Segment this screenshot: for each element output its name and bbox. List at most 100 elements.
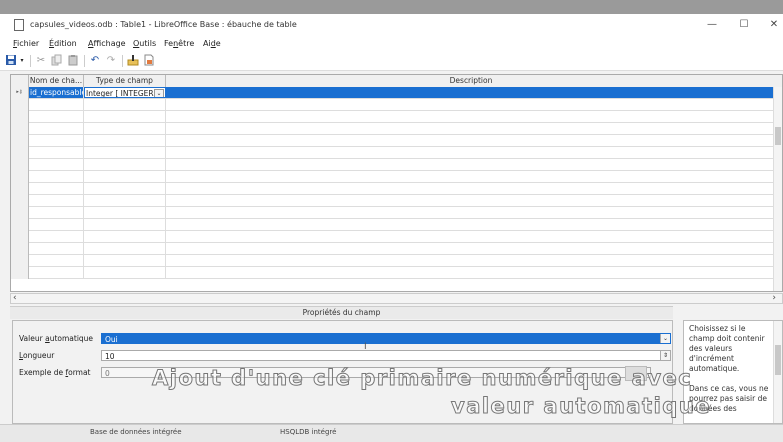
horizontal-scrollbar[interactable]: ‹ › — [10, 293, 783, 304]
field-type-cell[interactable]: Integer [ INTEGER ] ⌄ — [84, 87, 166, 98]
redo-icon[interactable]: ↷ — [104, 54, 118, 68]
description-cell[interactable] — [166, 111, 776, 122]
field-type-cell[interactable] — [84, 147, 166, 158]
vertical-scroll-thumb[interactable] — [775, 127, 781, 145]
field-name-cell[interactable] — [29, 171, 84, 182]
field-name-cell[interactable] — [29, 195, 84, 206]
description-cell[interactable] — [166, 219, 776, 230]
field-type-cell[interactable] — [84, 183, 166, 194]
field-name-cell[interactable] — [29, 135, 84, 146]
table-row[interactable] — [11, 99, 782, 111]
paste-icon[interactable] — [66, 54, 80, 68]
field-name-cell[interactable] — [29, 147, 84, 158]
field-name-cell[interactable] — [29, 219, 84, 230]
description-cell[interactable] — [166, 267, 776, 278]
field-name-cell[interactable]: id_responsable — [29, 87, 84, 98]
field-name-cell[interactable] — [29, 243, 84, 254]
row-header[interactable] — [11, 183, 29, 195]
field-name-cell[interactable] — [29, 207, 84, 218]
description-cell[interactable] — [166, 207, 776, 218]
table-row[interactable] — [11, 195, 782, 207]
table-row[interactable] — [11, 111, 782, 123]
scroll-right-icon[interactable]: › — [772, 294, 776, 303]
length-spinbox[interactable]: 10 ⇕ — [101, 350, 671, 361]
row-header[interactable] — [11, 135, 29, 147]
header-field-name[interactable]: Nom de cha... — [29, 75, 84, 87]
table-row[interactable]: ▸⚷ id_responsable Integer [ INTEGER ] ⌄ — [11, 87, 782, 99]
field-name-cell[interactable] — [29, 183, 84, 194]
close-button[interactable]: ✕ — [762, 17, 783, 33]
field-type-cell[interactable] — [84, 219, 166, 230]
table-row[interactable] — [11, 219, 782, 231]
row-header[interactable] — [11, 195, 29, 207]
auto-value-select[interactable]: Oui ⌄ — [101, 333, 671, 344]
row-header[interactable] — [11, 207, 29, 219]
menu-aide[interactable]: Aide — [203, 39, 221, 48]
field-name-cell[interactable] — [29, 231, 84, 242]
field-type-cell[interactable] — [84, 123, 166, 134]
menu-outils[interactable]: Outils — [133, 39, 156, 48]
row-header[interactable] — [11, 159, 29, 171]
help-scroll-thumb[interactable] — [775, 345, 781, 375]
field-type-cell[interactable] — [84, 171, 166, 182]
table-row[interactable] — [11, 123, 782, 135]
table-row[interactable] — [11, 267, 782, 279]
field-name-cell[interactable] — [29, 255, 84, 266]
field-name-cell[interactable] — [29, 111, 84, 122]
field-name-cell[interactable] — [29, 159, 84, 170]
field-name-cell[interactable] — [29, 267, 84, 278]
field-type-cell[interactable] — [84, 207, 166, 218]
description-cell[interactable] — [166, 159, 776, 170]
row-header[interactable] — [11, 255, 29, 267]
description-cell[interactable] — [166, 255, 776, 266]
menu-fenetre[interactable]: Fenêtre — [164, 39, 194, 48]
description-cell[interactable] — [166, 195, 776, 206]
field-type-cell[interactable] — [84, 99, 166, 110]
index-design-icon[interactable] — [142, 54, 156, 68]
row-header[interactable] — [11, 123, 29, 135]
row-header[interactable] — [11, 219, 29, 231]
field-type-cell[interactable] — [84, 111, 166, 122]
menu-edition[interactable]: Édition — [49, 39, 77, 48]
description-cell[interactable] — [166, 99, 776, 110]
table-row[interactable] — [11, 243, 782, 255]
menu-fichier[interactable]: Fichier — [13, 39, 39, 48]
field-type-cell[interactable] — [84, 135, 166, 146]
table-row[interactable] — [11, 171, 782, 183]
primary-key-icon[interactable] — [126, 54, 140, 68]
cut-icon[interactable]: ✂ — [34, 54, 48, 68]
undo-icon[interactable]: ↶ — [88, 54, 102, 68]
table-row[interactable] — [11, 231, 782, 243]
scroll-left-icon[interactable]: ‹ — [13, 294, 17, 303]
chevron-down-icon[interactable]: ⌄ — [660, 334, 670, 343]
row-header[interactable] — [11, 99, 29, 111]
help-scrollbar[interactable] — [773, 321, 782, 423]
table-row[interactable] — [11, 135, 782, 147]
row-header[interactable] — [11, 243, 29, 255]
field-type-cell[interactable] — [84, 195, 166, 206]
table-row[interactable] — [11, 159, 782, 171]
copy-icon[interactable] — [50, 54, 64, 68]
field-type-cell[interactable] — [84, 231, 166, 242]
description-cell[interactable] — [166, 147, 776, 158]
field-type-cell[interactable] — [84, 159, 166, 170]
description-cell[interactable] — [166, 87, 776, 98]
field-type-cell[interactable] — [84, 243, 166, 254]
row-header[interactable] — [11, 231, 29, 243]
spin-icon[interactable]: ⇕ — [660, 351, 670, 360]
save-icon[interactable] — [4, 54, 18, 68]
row-header[interactable] — [11, 171, 29, 183]
description-cell[interactable] — [166, 171, 776, 182]
description-cell[interactable] — [166, 243, 776, 254]
menu-affichage[interactable]: Affichage — [88, 39, 126, 48]
field-name-cell[interactable] — [29, 123, 84, 134]
table-row[interactable] — [11, 207, 782, 219]
vertical-scrollbar[interactable] — [773, 87, 782, 291]
minimize-button[interactable]: — — [700, 17, 724, 33]
header-description[interactable]: Description — [166, 75, 776, 87]
table-row[interactable] — [11, 255, 782, 267]
description-cell[interactable] — [166, 231, 776, 242]
field-type-cell[interactable] — [84, 255, 166, 266]
description-cell[interactable] — [166, 183, 776, 194]
header-field-type[interactable]: Type de champ — [84, 75, 166, 87]
